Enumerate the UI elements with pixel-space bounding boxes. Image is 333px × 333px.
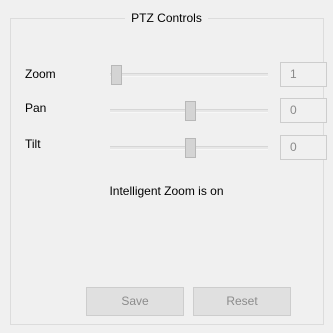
zoom-value-field[interactable]: 1	[280, 62, 327, 87]
tilt-value-field[interactable]: 0	[280, 135, 327, 160]
pan-slider-thumb[interactable]	[184, 101, 196, 121]
ptz-controls-groupbox	[10, 18, 324, 325]
pan-label: Pan	[25, 101, 47, 115]
reset-button[interactable]: Reset	[193, 287, 291, 316]
pan-value-field[interactable]: 0	[280, 98, 327, 123]
save-button[interactable]: Save	[86, 287, 184, 316]
groupbox-title-text: PTZ Controls	[125, 11, 208, 25]
zoom-label: Zoom	[25, 67, 56, 81]
tilt-label: Tilt	[25, 137, 41, 151]
intelligent-zoom-status: Intelligent Zoom is on	[109, 184, 224, 198]
groupbox-title: PTZ Controls	[0, 10, 333, 26]
zoom-slider-track[interactable]	[110, 73, 268, 77]
zoom-slider-thumb[interactable]	[111, 65, 122, 85]
ptz-controls-panel: PTZ Controls Zoom 1 Pan 0 Tilt 0 Intelli…	[0, 0, 333, 333]
tilt-slider-thumb[interactable]	[184, 138, 196, 158]
